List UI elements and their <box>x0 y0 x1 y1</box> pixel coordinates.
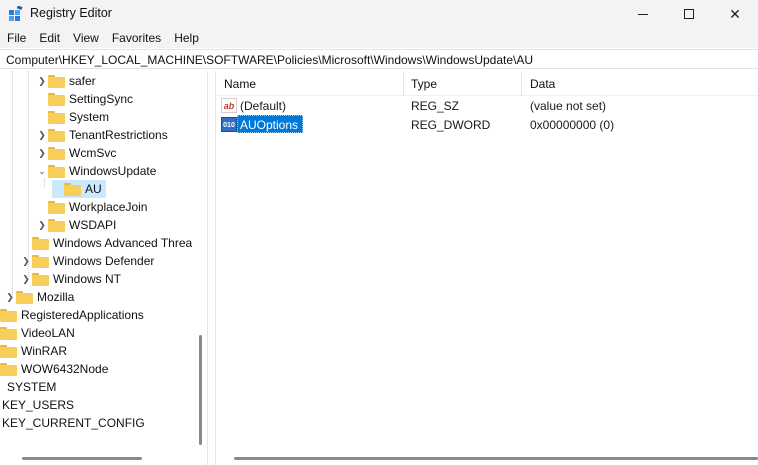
tree-item[interactable]: ❯ Windows NT <box>20 270 121 288</box>
chevron-right-icon[interactable]: ❯ <box>4 288 16 306</box>
chevron-right-icon[interactable]: ❯ <box>36 126 48 144</box>
chevron-right-icon[interactable]: ❯ <box>20 252 32 270</box>
key-tree[interactable]: ❯ safer SettingSync System ❯ TenantRestr… <box>0 71 207 465</box>
value-type: REG_DWORD <box>411 118 491 132</box>
close-icon: ✕ <box>729 5 741 22</box>
tree-item[interactable]: WOW6432Node <box>0 360 108 378</box>
minimize-icon <box>638 13 648 15</box>
tree-item[interactable]: KEY_USERS <box>2 396 74 414</box>
folder-icon <box>32 272 49 286</box>
pane-splitter[interactable] <box>207 71 216 465</box>
folder-icon <box>48 218 65 232</box>
tree-item[interactable]: KEY_CURRENT_CONFIG <box>2 414 145 432</box>
string-value-icon: ab <box>221 98 237 113</box>
column-header-data[interactable]: Data <box>530 77 555 91</box>
tree-item[interactable]: ⌄ WindowsUpdate <box>36 162 156 180</box>
title-bar: Registry Editor ✕ <box>0 0 758 28</box>
chevron-right-icon[interactable]: ❯ <box>36 216 48 234</box>
tree-item[interactable]: Windows Advanced Threa <box>20 234 192 252</box>
menu-favorites[interactable]: Favorites <box>105 31 167 45</box>
values-list[interactable]: Name Type Data ab (Default) REG_SZ (valu… <box>217 71 758 465</box>
chevron-right-icon[interactable]: ❯ <box>36 72 48 90</box>
registry-icon <box>9 6 23 21</box>
tree-item[interactable]: ❯ Windows Defender <box>20 252 154 270</box>
window-title: Registry Editor <box>30 6 112 20</box>
list-header: Name Type Data <box>217 71 758 96</box>
tree-item[interactable]: System <box>36 108 109 126</box>
tree-item-selected[interactable]: AU <box>52 180 106 198</box>
tree-item[interactable]: ❯ safer <box>36 72 95 90</box>
folder-icon <box>0 344 17 358</box>
folder-icon <box>48 200 65 214</box>
folder-icon <box>32 254 49 268</box>
folder-icon <box>0 308 17 322</box>
tree-item[interactable]: ❯ WcmSvc <box>36 144 116 162</box>
tree-vertical-scrollbar[interactable] <box>199 335 202 445</box>
folder-icon <box>16 290 33 304</box>
maximize-icon <box>684 9 694 19</box>
tree-item[interactable]: WorkplaceJoin <box>36 198 147 216</box>
column-header-type[interactable]: Type <box>411 77 437 91</box>
column-header-name[interactable]: Name <box>224 77 256 91</box>
folder-icon <box>48 110 65 124</box>
tree-item[interactable]: ❯ WSDAPI <box>36 216 116 234</box>
chevron-down-icon[interactable]: ⌄ <box>36 162 48 180</box>
close-button[interactable]: ✕ <box>712 0 758 28</box>
list-horizontal-scrollbar[interactable] <box>234 457 758 460</box>
address-bar[interactable]: Computer\HKEY_LOCAL_MACHINE\SOFTWARE\Pol… <box>0 49 758 69</box>
tree-item[interactable]: SettingSync <box>36 90 133 108</box>
folder-icon <box>48 74 65 88</box>
folder-icon <box>48 92 65 106</box>
menu-help[interactable]: Help <box>167 31 205 45</box>
folder-icon <box>0 362 17 376</box>
menu-bar: File Edit View Favorites Help <box>0 28 758 48</box>
tree-item[interactable]: SYSTEM <box>7 378 56 396</box>
list-row[interactable]: ab (Default) REG_SZ (value not set) <box>217 97 758 115</box>
minimize-button[interactable] <box>620 0 666 28</box>
tree-item[interactable]: RegisteredApplications <box>0 306 144 324</box>
menu-file[interactable]: File <box>0 31 32 45</box>
dword-value-icon: 010 <box>221 117 237 132</box>
tree-item[interactable]: ❯ Mozilla <box>4 288 74 306</box>
folder-icon <box>32 236 49 250</box>
value-name: AUOptions <box>237 115 304 133</box>
list-row-selected[interactable]: 010 AUOptions REG_DWORD 0x00000000 (0) <box>217 115 758 134</box>
menu-edit[interactable]: Edit <box>32 31 66 45</box>
folder-icon <box>48 164 65 178</box>
value-data: (value not set) <box>530 99 607 113</box>
tree-item[interactable]: ❯ TenantRestrictions <box>36 126 168 144</box>
tree-item[interactable]: WinRAR <box>0 342 67 360</box>
tree-item[interactable]: VideoLAN <box>0 324 75 342</box>
folder-icon <box>48 146 65 160</box>
folder-icon <box>0 326 17 340</box>
maximize-button[interactable] <box>666 0 712 28</box>
folder-icon <box>48 128 65 142</box>
value-name: (Default) <box>240 99 287 113</box>
tree-horizontal-scrollbar[interactable] <box>22 457 142 460</box>
value-data: 0x00000000 (0) <box>530 118 615 132</box>
value-type: REG_SZ <box>411 99 460 113</box>
folder-open-icon <box>64 182 81 196</box>
chevron-right-icon[interactable]: ❯ <box>20 270 32 288</box>
chevron-right-icon[interactable]: ❯ <box>36 144 48 162</box>
menu-view[interactable]: View <box>66 31 105 45</box>
